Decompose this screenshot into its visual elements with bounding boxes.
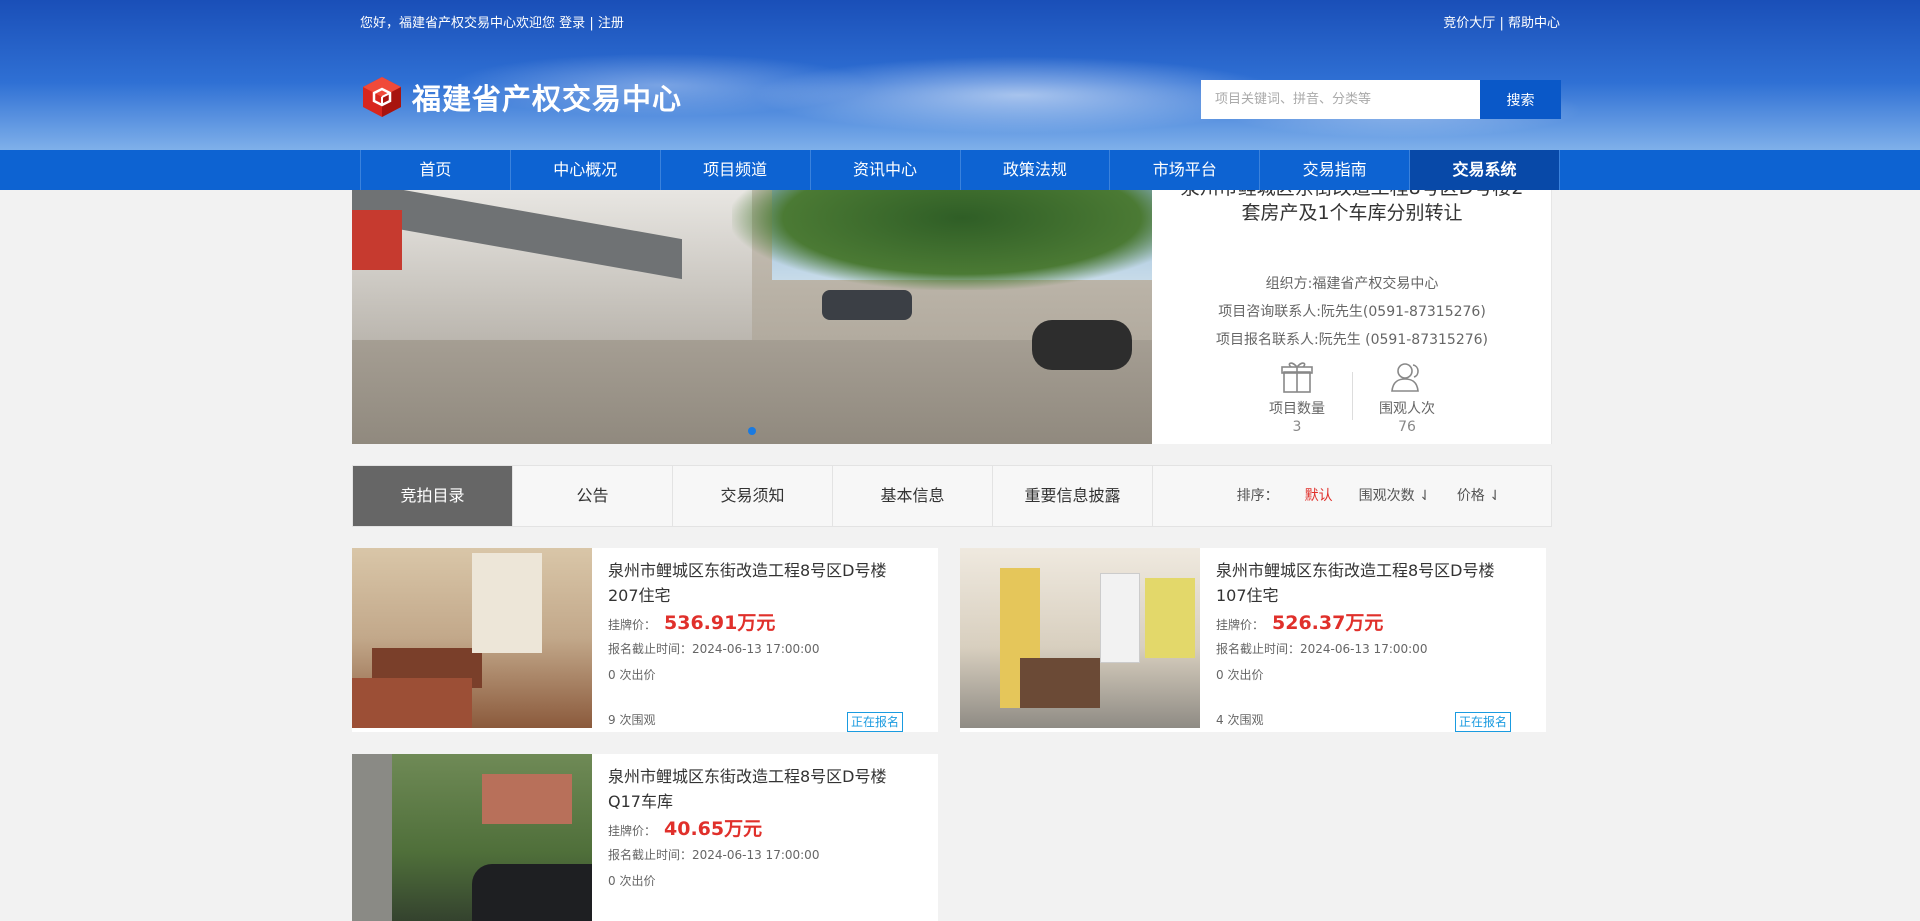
consult-contact-text: 项目咨询联系人:阮先生(0591-87315276) <box>1218 304 1486 320</box>
search-button[interactable]: 搜索 <box>1480 80 1561 119</box>
listing-price: 526.37万元 <box>1272 612 1384 634</box>
separator: | <box>1499 16 1504 31</box>
user-icon <box>1389 360 1425 394</box>
listing-card[interactable]: 泉州市鲤城区东街改造工程8号区D号楼107住宅 挂牌价： 526.37万元 报名截… <box>960 548 1546 732</box>
nav-item-about[interactable]: 中心概况 <box>509 150 660 190</box>
sort-default[interactable]: 默认 <box>1305 466 1333 526</box>
signup-deadline: 报名截止时间：2024-06-13 17:00:00 <box>608 642 820 656</box>
project-info-panel: 泉州市鲤城区东街改造工程8号区D号楼2套房产及1个车库分别转让 组织方:福建省产… <box>1152 190 1552 444</box>
sort-views[interactable]: 围观次数 ⇃ <box>1359 466 1431 526</box>
project-title: 泉州市鲤城区东街改造工程8号区D号楼2套房产及1个车库分别转让 <box>1181 190 1524 224</box>
project-banner-photo[interactable] <box>352 190 1152 444</box>
login-link[interactable]: 登录 <box>559 16 585 31</box>
price-label: 挂牌价： <box>1216 618 1265 632</box>
signup-deadline: 报名截止时间：2024-06-13 17:00:00 <box>1216 642 1428 656</box>
bid-count: 0 次出价 <box>608 874 656 888</box>
listing-thumbnail[interactable] <box>352 754 592 921</box>
tab-auction-catalog[interactable]: 竞拍目录 <box>353 466 513 526</box>
stat-projects-value: 3 <box>1292 419 1302 435</box>
listing-title[interactable]: 泉州市鲤城区东街改造工程8号区D号楼Q17车库 <box>608 764 908 814</box>
bid-count: 0 次出价 <box>1216 668 1264 682</box>
register-link[interactable]: 注册 <box>598 16 624 31</box>
status-badge: 正在报名 <box>847 712 903 732</box>
project-stats: 项目数量 3 围观人次 76 <box>1252 360 1452 440</box>
tab-bar: 竞拍目录 公告 交易须知 基本信息 重要信息披露 排序： 默认 围观次数 ⇃ 价… <box>352 465 1552 527</box>
gift-icon <box>1279 360 1315 394</box>
welcome-bar: 您好，福建省产权交易中心欢迎您 登录 | 注册 <box>360 12 624 31</box>
view-count: 9 次围观 <box>608 713 656 727</box>
nav-item-news[interactable]: 资讯中心 <box>809 150 960 190</box>
carousel-dot[interactable] <box>748 427 756 435</box>
top-links: 竞价大厅 | 帮助中心 <box>1443 12 1560 31</box>
listing-card[interactable]: 泉州市鲤城区东街改造工程8号区D号楼207住宅 挂牌价： 536.91万元 报名截… <box>352 548 938 732</box>
listing-price: 536.91万元 <box>664 612 776 634</box>
tab-trading-notice[interactable]: 交易须知 <box>673 466 833 526</box>
stat-views-label: 围观人次 <box>1379 401 1435 417</box>
site-logo[interactable]: 福建省产权交易中心 <box>360 75 682 119</box>
stat-projects: 项目数量 3 <box>1252 360 1342 436</box>
listing-thumbnail[interactable] <box>352 548 592 728</box>
nav-item-guide[interactable]: 交易指南 <box>1259 150 1409 190</box>
sort-price[interactable]: 价格 ⇃ <box>1457 466 1501 526</box>
price-label: 挂牌价： <box>608 824 657 838</box>
sort-label: 排序： <box>1236 488 1279 504</box>
tab-announcement[interactable]: 公告 <box>513 466 673 526</box>
listing-title[interactable]: 泉州市鲤城区东街改造工程8号区D号楼107住宅 <box>1216 558 1516 608</box>
separator: | <box>589 16 594 31</box>
signup-deadline: 报名截止时间：2024-06-13 17:00:00 <box>608 848 820 862</box>
nav-item-trading-system[interactable]: 交易系统 <box>1409 150 1560 190</box>
search-box: 搜索 <box>1201 80 1561 119</box>
listing-price: 40.65万元 <box>664 818 763 840</box>
logo-text: 福建省产权交易中心 <box>412 82 683 116</box>
search-input[interactable] <box>1201 80 1480 119</box>
bid-count: 0 次出价 <box>608 668 656 682</box>
tab-disclosure[interactable]: 重要信息披露 <box>993 466 1153 526</box>
tab-basic-info[interactable]: 基本信息 <box>833 466 993 526</box>
listing-title[interactable]: 泉州市鲤城区东街改造工程8号区D号楼207住宅 <box>608 558 908 608</box>
listing-card[interactable]: 泉州市鲤城区东街改造工程8号区D号楼Q17车库 挂牌价： 40.65万元 报名截止… <box>352 754 938 921</box>
organizer-text: 组织方:福建省产权交易中心 <box>1265 276 1439 292</box>
stat-projects-label: 项目数量 <box>1269 401 1325 417</box>
help-center-link[interactable]: 帮助中心 <box>1508 16 1560 31</box>
stat-views: 围观人次 76 <box>1362 360 1452 436</box>
nav-item-policies[interactable]: 政策法规 <box>959 150 1110 190</box>
listing-thumbnail[interactable] <box>960 548 1200 728</box>
welcome-text: 您好，福建省产权交易中心欢迎您 <box>360 16 556 31</box>
header-banner: 您好，福建省产权交易中心欢迎您 登录 | 注册 竞价大厅 | 帮助中心 福建省产… <box>0 0 1920 150</box>
logo-cube-icon <box>360 75 404 119</box>
main-nav: 首页 中心概况 项目频道 资讯中心 政策法规 市场平台 交易指南 交易系统 <box>0 150 1920 190</box>
bidding-hall-link[interactable]: 竞价大厅 <box>1443 16 1495 31</box>
nav-item-market[interactable]: 市场平台 <box>1109 150 1259 190</box>
signup-contact-text: 项目报名联系人:阮先生 (0591-87315276) <box>1215 332 1489 348</box>
status-badge: 正在报名 <box>1455 712 1511 732</box>
nav-item-home[interactable]: 首页 <box>360 150 510 190</box>
sort-options: 排序： 默认 围观次数 ⇃ 价格 ⇃ <box>1237 466 1501 526</box>
nav-item-projects[interactable]: 项目频道 <box>659 150 810 190</box>
price-label: 挂牌价： <box>608 618 657 632</box>
stat-views-value: 76 <box>1398 419 1416 435</box>
view-count: 4 次围观 <box>1216 713 1264 727</box>
